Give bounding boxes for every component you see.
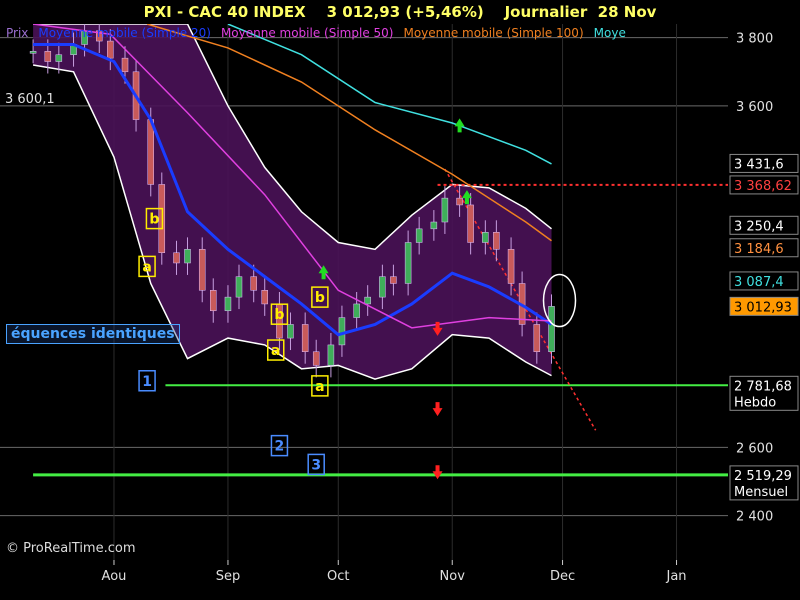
price-candle xyxy=(379,276,386,298)
price-badge-value: 3 431,6 xyxy=(734,157,784,172)
price-candle xyxy=(224,296,232,312)
x-tick-label: Jan xyxy=(666,569,687,584)
price-badge-value: 3 368,62 xyxy=(734,179,792,194)
price-candle xyxy=(55,54,63,62)
price-candle xyxy=(467,204,474,243)
price-candle xyxy=(261,290,268,305)
legend-item: Moyenne mobile (Simple 50) xyxy=(220,26,394,40)
x-tick-label: Aou xyxy=(102,569,127,584)
wave-label: 1 xyxy=(142,374,152,390)
legend: Prix Moyenne mobile (Simple 20) Moyenne mo… xyxy=(6,26,636,40)
y-tick-label: 3 600 xyxy=(736,100,773,115)
price-candle xyxy=(533,324,541,352)
chart-title: PXI - CAC 40 INDEX 3 012,93 (+5,46%) Jou… xyxy=(0,0,800,24)
price-badge-value: 3 012,93 xyxy=(734,300,792,315)
price-badge-value: 3 184,6 xyxy=(734,242,784,257)
price-candle xyxy=(338,317,346,346)
price-badge-value: 3 087,4 xyxy=(734,275,784,290)
x-tick-label: Oct xyxy=(327,569,349,584)
price-candle xyxy=(250,276,257,291)
y-tick-label: 2 400 xyxy=(736,510,773,525)
price-candle xyxy=(301,324,309,352)
price-candle xyxy=(235,276,243,298)
y-tick-label: 2 600 xyxy=(736,441,773,456)
wave-label: a xyxy=(315,379,324,395)
wave-label: 2 xyxy=(275,439,285,455)
price-candle xyxy=(415,228,423,243)
price-candle xyxy=(507,249,515,284)
price-candle xyxy=(456,197,463,206)
price-candle xyxy=(44,51,52,62)
price-candle xyxy=(287,324,294,339)
wave-label: b xyxy=(149,212,159,228)
price-candle xyxy=(353,303,360,318)
price-candle xyxy=(327,344,335,366)
price-chart[interactable]: 1 2 3 b a b a b a 3 800 3 600 2 600 2 400 Aou Sep Oct N… xyxy=(0,24,800,600)
legend-item: Moyenne mobile (Simple 20) xyxy=(38,26,211,40)
legend-item: Moye xyxy=(593,26,626,40)
copyright: © ProRealTime.com xyxy=(6,541,136,556)
left-price-label: 3 600,1 xyxy=(5,92,55,107)
sequence-annotation: équences identiques xyxy=(6,324,180,344)
price-candle xyxy=(364,296,371,305)
price-candle xyxy=(548,306,555,352)
wave-label: b xyxy=(274,307,284,323)
price-badge-sub: Mensuel xyxy=(734,485,788,500)
x-tick-label: Nov xyxy=(440,569,466,584)
price-candle xyxy=(312,351,320,366)
price-candle xyxy=(441,197,449,223)
price-candle xyxy=(173,252,180,264)
x-tick-label: Sep xyxy=(216,569,241,584)
price-candle xyxy=(404,242,412,284)
price-candle xyxy=(29,51,37,54)
price-badge-value: 2 519,29 xyxy=(734,469,792,484)
price-candle xyxy=(107,40,114,59)
price-candle xyxy=(482,232,489,243)
price-candle xyxy=(493,232,500,250)
price-badge-value: 3 250,4 xyxy=(734,219,784,234)
price-candle xyxy=(147,119,154,185)
legend-item: Prix xyxy=(6,26,29,40)
wave-label: 3 xyxy=(311,457,321,473)
price-candle xyxy=(390,276,397,284)
y-tick-label: 3 800 xyxy=(736,32,773,47)
wave-label: a xyxy=(142,259,151,275)
price-candle xyxy=(121,57,129,73)
wave-label: b xyxy=(315,290,325,306)
legend-item: Moyenne mobile (Simple 100) xyxy=(403,26,584,40)
price-badge-sub: Hebdo xyxy=(734,395,776,410)
price-candle xyxy=(430,221,438,230)
x-tick-label: Dec xyxy=(550,569,575,584)
price-candle xyxy=(210,290,217,312)
price-candle xyxy=(198,249,206,291)
price-candle xyxy=(184,249,191,264)
price-badge-value: 2 781,68 xyxy=(734,379,792,394)
wave-label: a xyxy=(271,343,280,359)
